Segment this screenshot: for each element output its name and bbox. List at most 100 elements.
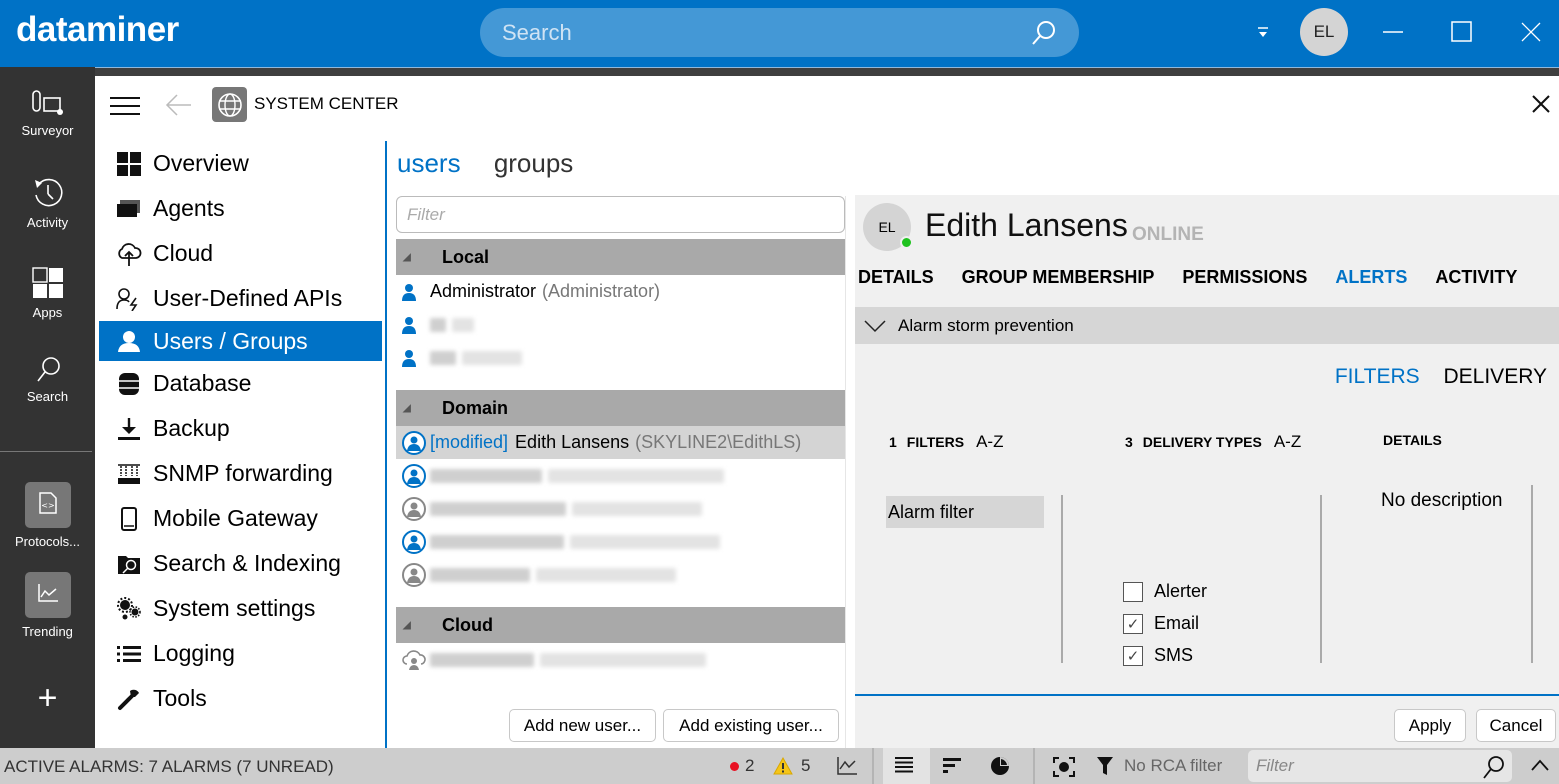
alerter-checkbox[interactable]: [1123, 581, 1143, 602]
tab-delivery[interactable]: DELIVERY: [1444, 365, 1548, 388]
wrench-icon: [116, 686, 142, 712]
filters-sort-button[interactable]: A-Z: [976, 432, 1003, 451]
user-row[interactable]: [396, 459, 845, 492]
focus-capture-icon[interactable]: [1052, 756, 1076, 778]
group-header-domain[interactable]: ◢ Domain: [396, 390, 845, 426]
rail-app-trending[interactable]: Trending: [0, 572, 95, 639]
global-search[interactable]: [480, 8, 1079, 57]
delivery-type-alerter[interactable]: Alerter: [1123, 581, 1207, 602]
nav-item-cloud[interactable]: Cloud: [99, 231, 382, 276]
collapse-triangle-icon[interactable]: ◢: [396, 252, 442, 263]
system-center-nav: Overview Agents Cloud User-Defined APIs …: [99, 141, 382, 721]
maximize-icon[interactable]: [1450, 18, 1480, 48]
section-title: Alarm storm prevention: [898, 315, 1074, 335]
alarm-storm-prevention-header[interactable]: Alarm storm prevention: [855, 307, 1559, 344]
group-header-cloud[interactable]: ◢ Cloud: [396, 607, 845, 643]
tab-activity[interactable]: ACTIVITY: [1435, 267, 1517, 288]
tab-filters[interactable]: FILTERS: [1335, 365, 1420, 388]
critical-alarm-count[interactable]: 2: [730, 756, 754, 776]
nav-item-overview[interactable]: Overview: [99, 141, 382, 186]
collapse-triangle-icon[interactable]: ◢: [396, 620, 442, 631]
add-app-button[interactable]: +: [0, 679, 95, 718]
nav-item-user-defined-apis[interactable]: User-Defined APIs: [99, 276, 382, 321]
mobile-icon: [116, 506, 142, 532]
tab-groups[interactable]: groups: [494, 148, 574, 178]
add-existing-user-button[interactable]: Add existing user...: [663, 709, 839, 742]
group-name: Cloud: [442, 614, 493, 635]
search-icon[interactable]: [1029, 19, 1057, 51]
nav-item-search-indexing[interactable]: Search & Indexing: [99, 541, 382, 586]
rail-item-surveyor[interactable]: Surveyor: [0, 87, 95, 138]
delivery-type-sms[interactable]: ✓ SMS: [1123, 645, 1193, 666]
rail-label: Activity: [26, 215, 69, 230]
user-filter-input[interactable]: [396, 196, 845, 233]
global-search-input[interactable]: [502, 17, 1022, 49]
user-row[interactable]: Administrator (Administrator): [396, 275, 845, 308]
nav-item-backup[interactable]: Backup: [99, 406, 382, 451]
list-view-icon[interactable]: [894, 756, 914, 774]
close-window-icon[interactable]: [1519, 18, 1549, 48]
tab-permissions[interactable]: PERMISSIONS: [1182, 267, 1307, 288]
alarm-filter-input[interactable]: [1248, 750, 1512, 782]
close-icon[interactable]: [1531, 94, 1551, 118]
tab-alerts[interactable]: ALERTS: [1335, 267, 1407, 288]
pie-chart-icon[interactable]: [990, 756, 1010, 776]
user-row[interactable]: [396, 558, 845, 591]
hamburger-menu-icon[interactable]: [110, 95, 140, 121]
chevron-up-icon[interactable]: [1530, 758, 1550, 772]
apply-button[interactable]: Apply: [1394, 709, 1466, 742]
rail-item-apps[interactable]: Apps: [0, 265, 95, 320]
add-new-user-button[interactable]: Add new user...: [509, 709, 656, 742]
back-arrow-icon[interactable]: [165, 93, 193, 121]
system-center-panel: SYSTEM CENTER Overview Agents Cloud User…: [95, 76, 1559, 748]
trend-chart-icon[interactable]: [836, 756, 858, 776]
user-avatar[interactable]: EL: [1300, 8, 1348, 56]
user-row-selected[interactable]: [modified] Edith Lansens (SKYLINE2\Edith…: [396, 426, 845, 459]
list-scrollbar[interactable]: [845, 196, 846, 748]
nav-item-agents[interactable]: Agents: [99, 186, 382, 231]
rail-item-activity[interactable]: Activity: [0, 175, 95, 230]
local-user-icon: [402, 349, 430, 367]
user-row[interactable]: [396, 341, 845, 374]
active-alarms-summary[interactable]: ACTIVE ALARMS: 7 ALARMS (7 UNREAD): [4, 757, 334, 777]
nav-item-tools[interactable]: Tools: [99, 676, 382, 721]
users-groups-tabs: users groups: [397, 148, 599, 179]
delivery-sort-button[interactable]: A-Z: [1274, 432, 1301, 451]
user-row[interactable]: [396, 492, 845, 525]
tab-users[interactable]: users: [397, 148, 461, 178]
collapse-triangle-icon[interactable]: ◢: [396, 403, 442, 414]
user-row[interactable]: [396, 308, 845, 341]
group-header-local[interactable]: ◢ Local: [396, 239, 845, 275]
cancel-button[interactable]: Cancel: [1476, 709, 1556, 742]
warning-alarm-count[interactable]: 5: [773, 756, 810, 776]
sms-checkbox[interactable]: ✓: [1123, 645, 1143, 666]
rca-filter[interactable]: No RCA filter: [1096, 756, 1222, 776]
sort-bars-icon[interactable]: [942, 756, 962, 774]
nav-item-users-groups[interactable]: Users / Groups: [99, 321, 382, 361]
filter-list-item[interactable]: Alarm filter: [886, 496, 1044, 528]
minimize-icon[interactable]: [1380, 18, 1410, 48]
user-row[interactable]: [396, 643, 845, 676]
nav-item-database[interactable]: Database: [99, 361, 382, 406]
group-name: Domain: [442, 397, 509, 418]
rail-item-search[interactable]: Search: [0, 355, 95, 404]
nav-item-snmp-forwarding[interactable]: SNMP forwarding: [99, 451, 382, 496]
checkbox-label: Alerter: [1154, 581, 1208, 601]
nav-item-logging[interactable]: Logging: [99, 631, 382, 676]
nav-item-mobile-gateway[interactable]: Mobile Gateway: [99, 496, 382, 541]
user-row[interactable]: [396, 525, 845, 558]
delivery-type-email[interactable]: ✓ Email: [1123, 613, 1199, 634]
nav-label: Tools: [153, 685, 207, 711]
tab-group-membership[interactable]: GROUP MEMBERSHIP: [962, 267, 1155, 288]
apps-grid-icon: [0, 265, 95, 301]
column-separator: [1061, 495, 1063, 663]
tab-details[interactable]: DETAILS: [858, 267, 934, 288]
database-icon: [116, 371, 142, 397]
nav-label: Agents: [153, 195, 225, 221]
column-separator: [1320, 495, 1322, 663]
nav-item-system-settings[interactable]: System settings: [99, 586, 382, 631]
dropdown-arrow-icon[interactable]: [1256, 24, 1270, 43]
rail-app-protocols[interactable]: <> Protocols...: [0, 482, 95, 549]
search-icon[interactable]: [1480, 754, 1506, 780]
email-checkbox[interactable]: ✓: [1123, 613, 1143, 634]
